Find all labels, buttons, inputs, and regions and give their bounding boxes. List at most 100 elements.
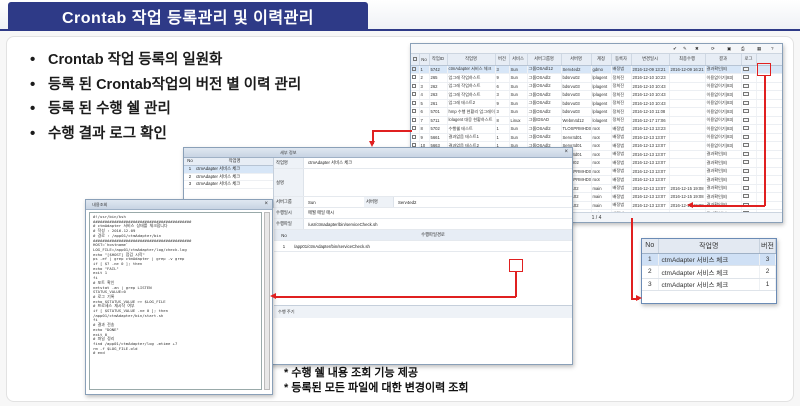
row-checkbox[interactable] <box>411 73 420 83</box>
column-header[interactable]: 계정 <box>591 54 612 66</box>
table-row[interactable]: 3 ctmAdapter 서비스 체크 1 <box>642 278 776 291</box>
log-icon[interactable] <box>742 66 749 71</box>
log-view-button[interactable] <box>741 167 757 176</box>
row-checkbox[interactable] <box>411 124 420 134</box>
table-cell: 5702 <box>429 124 448 134</box>
list-item[interactable]: 2 ctmAdapter 서비스 체크 <box>184 174 273 181</box>
log-icon[interactable] <box>742 126 749 131</box>
table-cell: root <box>591 124 612 134</box>
row-checkbox[interactable] <box>411 65 420 74</box>
table-row[interactable]: 3 262 업그레 작업하스트 6 Sun 그룹OSAdl2 bdsrvu03 lplagen… <box>411 82 782 91</box>
log-view-button[interactable] <box>741 82 757 91</box>
save-icon[interactable]: ▣ <box>727 46 731 52</box>
column-header[interactable]: 최종수행 <box>669 54 706 66</box>
log-icon[interactable] <box>742 117 749 122</box>
table-row[interactable]: 1 5742 ctmAdapter 서비스 체크 3 Sun 그룹OSAdl12 Serv4… <box>411 65 782 74</box>
table-row[interactable]: 2 265 업그레 작업하스트 9 Sun 그룹OSAdl2 bdsrvu02 lplagen… <box>411 73 782 83</box>
table-row[interactable]: 7 5711 lolagent 대응 현황하스트 8 Linux 그룹IDSAD Webm4… <box>411 116 782 125</box>
script-table-row[interactable]: 1 /app01/ctmAdapter/bin/serviceCheck.sh <box>274 241 572 252</box>
row-checkbox[interactable] <box>411 82 420 91</box>
print-icon[interactable]: ⎙ <box>741 46 745 51</box>
log-icon[interactable] <box>742 177 749 182</box>
log-icon[interactable] <box>742 143 749 148</box>
check-icon[interactable]: ✔ <box>673 46 677 52</box>
close-icon[interactable]: × <box>564 149 568 155</box>
server-name-field[interactable]: Serv4ed2 <box>394 200 416 205</box>
log-view-button[interactable] <box>741 124 757 134</box>
log-view-button[interactable] <box>741 175 757 185</box>
table-row[interactable]: 9 5661 결과없음 테스트1 1 Sun 그룹OSAdl2 Servr4d01 root 배… <box>411 133 782 142</box>
log-icon[interactable] <box>742 109 749 114</box>
column-header[interactable]: 등록자 <box>611 54 632 66</box>
edit-icon[interactable]: ✎ <box>683 46 687 52</box>
column-header[interactable]: 결과 <box>705 54 742 66</box>
log-view-button[interactable] <box>741 73 757 83</box>
refresh-icon[interactable]: ⟳ <box>711 46 715 52</box>
log-icon[interactable] <box>742 185 749 190</box>
row-checkbox[interactable] <box>411 116 420 125</box>
column-header[interactable]: 작업명 <box>447 54 496 66</box>
table-cell: 배정범 <box>611 141 632 151</box>
log-icon[interactable] <box>742 151 749 156</box>
table-cell: 2016-12-10 10:43 <box>631 90 670 100</box>
table-row[interactable]: 1 ctmAdapter 서비스 체크 3 <box>642 253 776 266</box>
script-content[interactable]: #!/usr/bin/ksh ##########################… <box>89 212 262 390</box>
help-icon[interactable]: ? <box>771 46 774 51</box>
table-cell: 265 <box>429 73 448 83</box>
table-cell: 6 <box>495 82 510 91</box>
table-row[interactable]: 4 263 업그레 작업하스트 3 Sun 그룹OSAdl2 bdsrvu03 lplagen… <box>411 90 782 100</box>
close-icon[interactable]: × <box>264 201 268 207</box>
column-header[interactable]: 서버명 <box>561 54 592 66</box>
log-view-button[interactable] <box>741 133 757 142</box>
table-cell: 결과확인(8) <box>705 175 742 185</box>
column-header[interactable]: No <box>419 54 430 66</box>
row-checkbox[interactable] <box>411 107 420 117</box>
table-cell: 2016-12-15 19:08 <box>669 184 706 193</box>
script-path-field[interactable]: /usr/ctmadapter/bin/serviceCheck.sh <box>304 222 378 227</box>
server-group-field[interactable]: Sun <box>304 200 364 205</box>
log-view-button[interactable] <box>741 158 757 168</box>
log-icon[interactable] <box>742 75 749 80</box>
log-view-button[interactable] <box>741 90 757 100</box>
log-view-button[interactable] <box>741 192 757 202</box>
log-icon[interactable] <box>742 100 749 105</box>
form-row: 설명 <box>274 169 572 197</box>
table-cell: 263 <box>429 90 448 100</box>
log-view-button[interactable] <box>741 150 757 159</box>
job-name-field[interactable]: ctmAdapter 서비스 체크 <box>304 160 352 166</box>
log-view-button[interactable] <box>741 65 757 74</box>
column-header[interactable]: 서버그룹명 <box>527 54 562 66</box>
row-checkbox[interactable] <box>411 133 420 142</box>
table-row[interactable]: 6 5701 hmp 수행 현황리 업그레이드 3 Sun 그룹OSAdl2 bdsrvu0… <box>411 107 782 117</box>
table-row[interactable]: 2 ctmAdapter 서비스 체크 2 <box>642 265 776 279</box>
list-item[interactable]: 3 ctmAdapter 서비스 체크 <box>184 181 273 189</box>
log-view-button[interactable] <box>741 116 757 125</box>
log-view-button[interactable] <box>741 141 757 151</box>
log-icon[interactable] <box>742 160 749 165</box>
row-checkbox[interactable] <box>411 99 420 108</box>
log-icon[interactable] <box>742 194 749 199</box>
schedule-field[interactable]: 매월 매일 매시 <box>304 210 334 216</box>
viewer-scrollbar[interactable] <box>264 212 270 390</box>
delete-icon[interactable]: ✖ <box>695 46 699 52</box>
log-icon[interactable] <box>742 134 749 139</box>
row-checkbox[interactable] <box>411 90 420 100</box>
list-item[interactable]: 1 ctmAdapter 서비스 체크 <box>184 166 273 174</box>
callout-line <box>372 130 412 132</box>
log-icon[interactable] <box>742 92 749 97</box>
column-header[interactable]: 서비스 <box>509 54 528 66</box>
table-row[interactable]: 8 5702 수행쉘 테스트 1 Sun 그룹OSAdl2 TLOSPRMHDS root 배정… <box>411 124 782 134</box>
log-view-button[interactable] <box>741 107 757 117</box>
column-header[interactable]: 작업ID <box>429 54 448 66</box>
column-header[interactable]: 로그 <box>741 54 757 66</box>
log-icon[interactable] <box>742 83 749 88</box>
excel-icon[interactable]: ▦ <box>757 46 761 52</box>
log-icon[interactable] <box>742 168 749 173</box>
column-header[interactable]: 버전 <box>495 54 510 66</box>
column-header[interactable]: 변경일시 <box>631 54 670 66</box>
log-view-button[interactable] <box>741 99 757 108</box>
table-row[interactable]: 5 261 업그레 테스트2 9 Sun 그룹OSAdl2 bdsrvu03 lplagent… <box>411 99 782 108</box>
select-all-checkbox[interactable] <box>411 54 420 66</box>
table-cell: 정희진 <box>611 99 632 108</box>
log-view-button[interactable] <box>741 184 757 193</box>
